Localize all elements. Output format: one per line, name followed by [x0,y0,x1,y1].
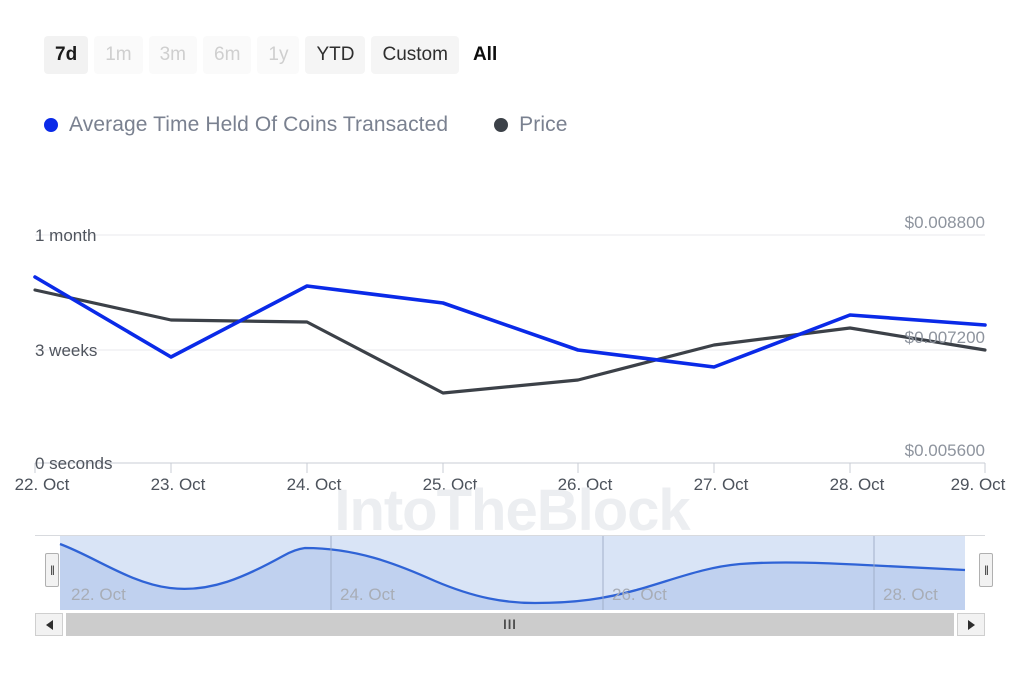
y-axis-right-label-high: $0.008800 [905,213,985,232]
scrollbar-track[interactable]: lll [66,613,954,636]
scrollbar-button-right[interactable] [957,613,985,636]
main-chart[interactable]: IntoTheBlock 1 month [0,165,1024,505]
legend-dot-icon-average-time-held [44,118,58,132]
chart-scrollbar[interactable]: lll [35,613,985,636]
arrow-right-icon [968,620,975,630]
y-axis-left-label-0seconds: 0 seconds [35,454,113,473]
x-axis-label-4: 26. Oct [558,475,613,494]
navigator-handle-right-grip: ll [984,564,988,577]
legend-label-average-time-held: Average Time Held Of Coins Transacted [69,113,448,137]
x-axis-label-5: 27. Oct [694,475,749,494]
chart-widget: 7d 1m 3m 6m 1y YTD Custom All Average Ti… [0,0,1024,683]
range-button-7d[interactable]: 7d [44,36,88,74]
chart-canvas: 1 month 3 weeks 0 seconds $0.008800 $0.0… [0,165,1024,505]
navigator-handle-left-grip: ll [50,564,54,577]
x-axis-label-1: 23. Oct [151,475,206,494]
navigator-xlabel-2: 26. Oct [612,585,667,604]
scrollbar-thumb[interactable]: lll [66,613,954,636]
legend-label-price: Price [519,113,567,137]
range-button-1m[interactable]: 1m [94,36,142,74]
range-button-6m[interactable]: 6m [203,36,251,74]
x-axis-label-7: 29. Oct [951,475,1006,494]
legend-item-price[interactable]: Price [494,113,567,137]
x-axis-label-3: 25. Oct [423,475,478,494]
legend-item-average-time-held[interactable]: Average Time Held Of Coins Transacted [44,113,448,137]
y-axis-left-label-1month: 1 month [35,226,96,245]
y-axis-right-label-low: $0.005600 [905,441,985,460]
legend-dot-icon-price [494,118,508,132]
series-line-price [35,290,985,393]
y-axis-right-label-mid: $0.007200 [905,328,985,347]
y-axis-left-label-3weeks: 3 weeks [35,341,97,360]
x-axis-label-2: 24. Oct [287,475,342,494]
range-button-custom[interactable]: Custom [371,36,458,74]
navigator-handle-left[interactable]: ll [45,553,59,587]
x-axis-ticks [35,463,985,473]
navigator-xlabel-1: 24. Oct [340,585,395,604]
x-axis-label-0: 22. Oct [15,475,70,494]
range-selector: 7d 1m 3m 6m 1y YTD Custom All [44,36,505,74]
chart-navigator[interactable]: 22. Oct 24. Oct 26. Oct 28. Oct ll ll [35,535,985,610]
navigator-xlabel-3: 28. Oct [883,585,938,604]
range-button-1y[interactable]: 1y [257,36,299,74]
navigator-top-border [35,535,985,536]
arrow-left-icon [46,620,53,630]
range-button-ytd[interactable]: YTD [305,36,365,74]
chart-legend: Average Time Held Of Coins Transacted Pr… [44,113,568,137]
x-axis-label-6: 28. Oct [830,475,885,494]
scrollbar-grip: lll [503,618,517,631]
navigator-xlabel-0: 22. Oct [71,585,126,604]
range-button-all[interactable]: All [465,36,505,74]
range-button-3m[interactable]: 3m [149,36,197,74]
scrollbar-button-left[interactable] [35,613,63,636]
navigator-handle-right[interactable]: ll [979,553,993,587]
series-line-average-time-held [35,277,985,367]
navigator-canvas[interactable]: 22. Oct 24. Oct 26. Oct 28. Oct [35,535,985,610]
